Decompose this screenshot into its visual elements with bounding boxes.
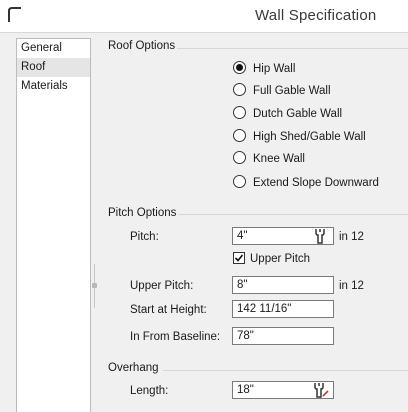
radio-icon[interactable] xyxy=(233,106,246,120)
pitch-label: Pitch: xyxy=(130,231,159,243)
upper-pitch-input[interactable]: 8" xyxy=(232,276,334,294)
title-bar: Wall Specification xyxy=(0,0,408,33)
category-list[interactable]: General Roof Materials xyxy=(16,38,91,412)
radio-label: High Shed/Gable Wall xyxy=(253,131,366,143)
radio-label: Extend Slope Downward xyxy=(253,177,379,189)
upper-pitch-checkbox-label: Upper Pitch xyxy=(250,253,311,266)
roof-options-divider xyxy=(177,48,408,49)
upper-pitch-label: Upper Pitch: xyxy=(130,280,194,292)
sidebar-item-roof[interactable]: Roof xyxy=(17,58,90,77)
radio-extend-slope-downward[interactable]: Extend Slope Downward xyxy=(233,175,379,191)
radio-label: Hip Wall xyxy=(253,63,296,75)
radio-knee-wall[interactable]: Knee Wall xyxy=(233,151,305,167)
sidebar-item-materials[interactable]: Materials xyxy=(17,77,90,96)
radio-label: Dutch Gable Wall xyxy=(253,108,343,120)
upper-pitch-checkbox[interactable]: Upper Pitch xyxy=(233,252,311,266)
wrench-edit-icon[interactable] xyxy=(312,382,330,398)
radio-icon[interactable] xyxy=(233,175,246,189)
upper-pitch-unit: in 12 xyxy=(339,280,364,292)
length-label: Length: xyxy=(130,385,169,397)
radio-icon[interactable] xyxy=(233,129,246,143)
radio-label: Full Gable Wall xyxy=(253,85,331,97)
overhang-divider xyxy=(163,370,408,371)
radio-high-shed-gable-wall[interactable]: High Shed/Gable Wall xyxy=(233,129,366,145)
wrench-icon[interactable] xyxy=(313,228,327,244)
start-height-label: Start at Height: xyxy=(130,304,207,316)
checkbox-checked-icon[interactable] xyxy=(233,252,245,264)
radio-icon[interactable] xyxy=(233,151,246,165)
pitch-unit: in 12 xyxy=(339,231,364,243)
start-height-input[interactable]: 142 11/16" xyxy=(232,300,334,318)
radio-full-gable-wall[interactable]: Full Gable Wall xyxy=(233,83,331,99)
sidebar-item-general[interactable]: General xyxy=(17,39,90,58)
app-icon xyxy=(8,7,21,22)
radio-icon[interactable] xyxy=(233,83,246,97)
radio-hip-wall[interactable]: Hip Wall xyxy=(233,61,295,77)
overhang-heading: Overhang xyxy=(108,362,159,374)
baseline-input[interactable]: 78" xyxy=(232,327,334,345)
window-title: Wall Specification xyxy=(255,7,377,24)
baseline-label: In From Baseline: xyxy=(130,331,221,343)
pitch-options-divider xyxy=(178,214,408,215)
splitter-handle[interactable] xyxy=(92,283,97,288)
radio-dutch-gable-wall[interactable]: Dutch Gable Wall xyxy=(233,106,342,122)
pitch-options-heading: Pitch Options xyxy=(108,207,177,219)
radio-selected-icon[interactable] xyxy=(233,61,246,75)
radio-label: Knee Wall xyxy=(253,153,305,165)
roof-options-heading: Roof Options xyxy=(108,40,176,52)
